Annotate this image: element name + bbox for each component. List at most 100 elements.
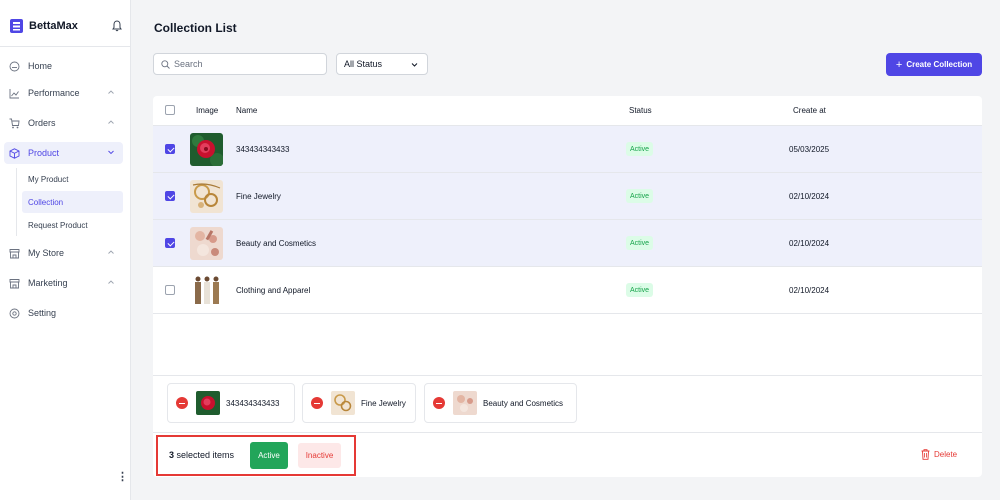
sidebar-item-label: Marketing <box>28 278 68 288</box>
store-icon <box>9 278 20 289</box>
column-header-name: Name <box>236 106 258 115</box>
sidebar: BettaMax Home Performance Orders Product… <box>0 0 131 500</box>
status-badge: Active <box>626 189 654 203</box>
chevron-up-icon <box>108 280 114 284</box>
sidebar-subitem-request-product[interactable]: Request Product <box>22 214 123 236</box>
create-collection-label: Create Collection <box>906 60 973 69</box>
sidebar-item-label: Performance <box>28 88 80 98</box>
collection-thumbnail <box>190 274 223 307</box>
row-name: Clothing and Apparel <box>236 286 311 295</box>
plus-icon: + <box>895 58 903 71</box>
row-name: 343434343433 <box>236 145 290 154</box>
chip-label: Fine Jewelry <box>361 398 406 408</box>
status-badge: Active <box>626 283 654 297</box>
status-badge: Active <box>626 236 654 250</box>
chip-label: 343434343433 <box>226 398 280 408</box>
bell-icon[interactable] <box>112 20 122 32</box>
sidebar-item-label: Product <box>28 148 60 158</box>
column-header-created: Create at <box>793 106 826 115</box>
sidebar-subitem-collection[interactable]: Collection <box>22 191 123 213</box>
selected-count-suffix: selected items <box>174 450 235 460</box>
chevron-down-icon <box>108 150 114 155</box>
chips-divider <box>153 375 982 376</box>
selected-count-text: 3 selected items <box>169 450 234 460</box>
table-row[interactable]: Clothing and Apparel Active 02/10/2024 <box>153 267 982 314</box>
set-active-button[interactable]: Active <box>250 442 288 469</box>
bulk-action-bar: 3 selected items Active Inactive <box>156 435 356 476</box>
logo-icon <box>10 19 23 33</box>
status-filter-select[interactable]: All Status <box>336 53 428 75</box>
create-collection-button[interactable]: + Create Collection <box>886 53 982 76</box>
row-checkbox[interactable] <box>165 238 175 248</box>
chevron-up-icon <box>108 250 114 254</box>
sidebar-item-label: Orders <box>28 118 56 128</box>
sidebar-item-label: My Store <box>28 248 65 258</box>
collection-thumbnail <box>190 133 223 166</box>
table-header: Image Name Status Create at <box>153 96 982 126</box>
chevron-up-icon <box>108 90 114 94</box>
chip-thumbnail <box>196 391 220 415</box>
table-row[interactable]: 343434343433 Active 05/03/2025 <box>153 126 982 173</box>
sidebar-item-label: Home <box>28 61 53 71</box>
collection-thumbnail <box>190 227 223 260</box>
table-row[interactable]: Beauty and Cosmetics Active 02/10/2024 <box>153 220 982 267</box>
box-icon <box>9 147 20 159</box>
column-header-status: Status <box>629 106 652 115</box>
status-badge: Active <box>626 142 654 156</box>
sidebar-item-performance[interactable]: Performance <box>4 82 123 104</box>
brand-name: BettaMax <box>29 20 78 32</box>
sidebar-item-home[interactable]: Home <box>4 55 123 77</box>
trash-icon <box>921 449 930 460</box>
chevron-down-icon <box>411 63 418 67</box>
collection-thumbnail <box>190 180 223 213</box>
more-menu-icon[interactable]: ⋮ <box>117 470 128 483</box>
chevron-up-icon <box>108 120 114 124</box>
row-name: Fine Jewelry <box>236 192 281 201</box>
sidebar-item-orders[interactable]: Orders <box>4 112 123 134</box>
row-created-date: 02/10/2024 <box>789 192 830 201</box>
sidebar-divider <box>0 46 131 47</box>
search-input[interactable] <box>174 59 314 69</box>
delete-label: Delete <box>934 450 958 459</box>
home-icon <box>9 61 20 72</box>
sidebar-subitem-my-product[interactable]: My Product <box>22 168 123 190</box>
selected-chip: Fine Jewelry <box>302 383 416 423</box>
chip-label: Beauty and Cosmetics <box>483 398 564 408</box>
brand[interactable]: BettaMax <box>10 19 78 33</box>
cart-icon <box>9 118 20 129</box>
row-created-date: 05/03/2025 <box>789 145 830 154</box>
remove-icon[interactable] <box>311 397 323 409</box>
row-created-date: 02/10/2024 <box>789 239 830 248</box>
set-inactive-button[interactable]: Inactive <box>298 443 341 468</box>
page-title: Collection List <box>154 21 237 35</box>
remove-icon[interactable] <box>433 397 445 409</box>
submenu-line <box>16 168 17 236</box>
delete-button[interactable]: Delete <box>921 449 957 460</box>
sidebar-item-product[interactable]: Product <box>4 142 123 164</box>
row-created-date: 02/10/2024 <box>789 286 830 295</box>
row-checkbox[interactable] <box>165 191 175 201</box>
selected-chip: 343434343433 <box>167 383 295 423</box>
remove-icon[interactable] <box>176 397 188 409</box>
gear-icon <box>9 308 20 319</box>
bulk-divider <box>153 432 982 433</box>
chip-thumbnail <box>331 391 355 415</box>
search-icon <box>161 59 170 69</box>
row-checkbox[interactable] <box>165 144 175 154</box>
selected-chip: Beauty and Cosmetics <box>424 383 577 423</box>
search-box[interactable] <box>153 53 327 75</box>
sidebar-item-marketing[interactable]: Marketing <box>4 272 123 294</box>
sidebar-item-setting[interactable]: Setting <box>4 302 123 324</box>
chip-thumbnail <box>453 391 477 415</box>
row-checkbox[interactable] <box>165 285 175 295</box>
collection-table-card: Image Name Status Create at 343434343433… <box>153 96 982 477</box>
chart-icon <box>9 88 20 99</box>
column-header-image: Image <box>196 106 219 115</box>
store-icon <box>9 248 20 259</box>
sidebar-item-my-store[interactable]: My Store <box>4 242 123 264</box>
table-row[interactable]: Fine Jewelry Active 02/10/2024 <box>153 173 982 220</box>
row-name: Beauty and Cosmetics <box>236 239 317 248</box>
select-all-checkbox[interactable] <box>165 105 175 115</box>
status-filter-value: All Status <box>344 59 383 69</box>
sidebar-item-label: Setting <box>28 308 57 318</box>
